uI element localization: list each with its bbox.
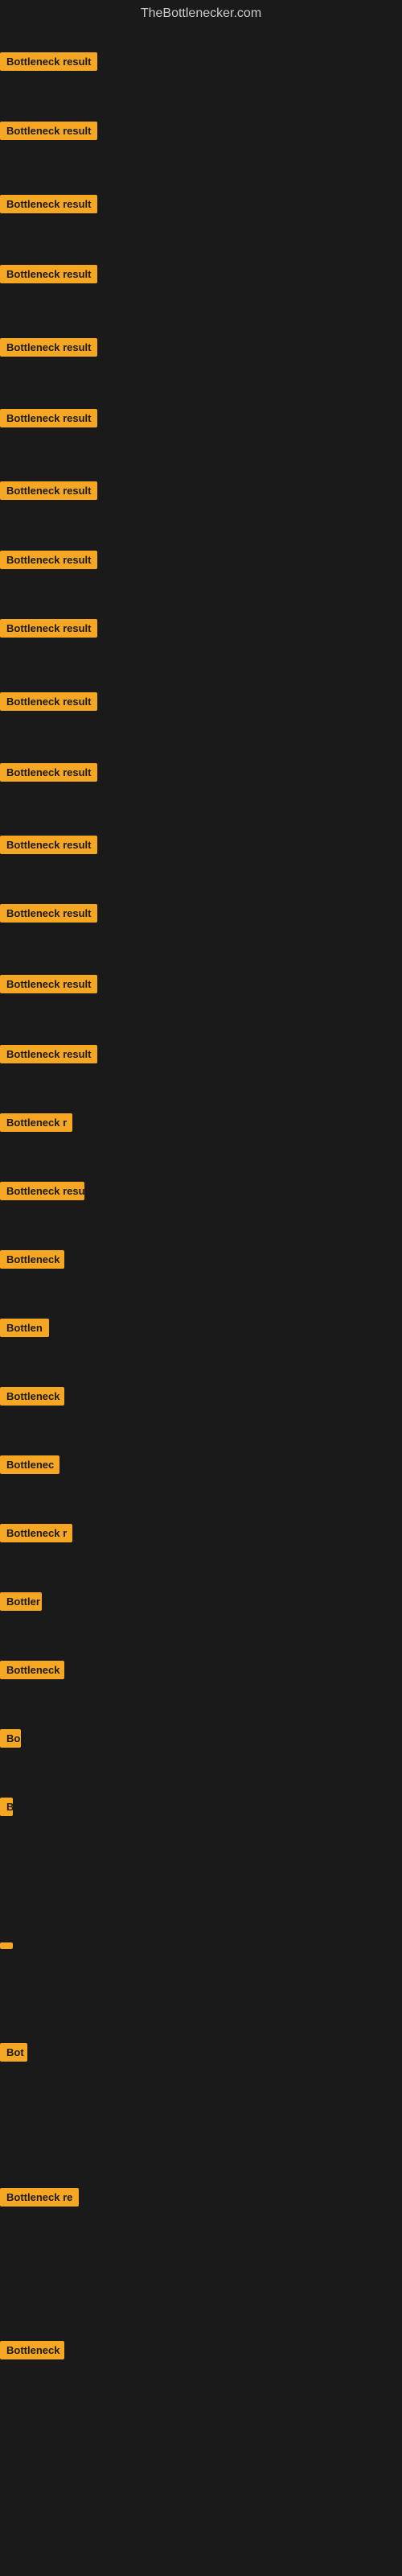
- bottleneck-badge: Bottleneck result: [0, 904, 97, 923]
- list-item[interactable]: [0, 1938, 13, 1953]
- bottleneck-badge: Bottler: [0, 1592, 42, 1611]
- list-item[interactable]: Bottleneck: [0, 1250, 64, 1273]
- bottleneck-badge: Bottleneck resu: [0, 1182, 84, 1200]
- list-item[interactable]: Bottleneck result: [0, 619, 97, 642]
- bottleneck-badge: Bottlenec: [0, 1455, 59, 1474]
- bottleneck-badge: [0, 1942, 13, 1949]
- bottleneck-badge: B: [0, 1798, 13, 1816]
- list-item[interactable]: Bottleneck result: [0, 836, 97, 858]
- list-item[interactable]: Bottleneck: [0, 2341, 64, 2363]
- bottleneck-badge: Bottleneck result: [0, 551, 97, 569]
- bottleneck-badge: Bottleneck r: [0, 1524, 72, 1542]
- list-item[interactable]: Bottleneck result: [0, 481, 97, 504]
- list-item[interactable]: Bottlen: [0, 1319, 49, 1341]
- list-item[interactable]: Bottleneck result: [0, 763, 97, 786]
- bottleneck-badge: Bottleneck result: [0, 836, 97, 854]
- bottleneck-badge: Bottlen: [0, 1319, 49, 1337]
- list-item[interactable]: Bot: [0, 2043, 27, 2066]
- list-item[interactable]: Bottleneck re: [0, 2188, 79, 2211]
- list-item[interactable]: Bottleneck result: [0, 904, 97, 927]
- list-item[interactable]: Bottleneck result: [0, 692, 97, 715]
- list-item[interactable]: Bottleneck result: [0, 975, 97, 997]
- bottleneck-badge: Bottleneck result: [0, 692, 97, 711]
- bottleneck-badge: Bottleneck result: [0, 975, 97, 993]
- bottleneck-badge: Bottleneck result: [0, 619, 97, 638]
- list-item[interactable]: Bottleneck result: [0, 409, 97, 431]
- bottleneck-badge: Bottleneck: [0, 1661, 64, 1679]
- list-item[interactable]: Bottleneck: [0, 1661, 64, 1683]
- list-item[interactable]: B: [0, 1798, 13, 1820]
- bottleneck-badge: Bottleneck result: [0, 1045, 97, 1063]
- site-title: TheBottlenecker.com: [0, 0, 402, 27]
- list-item[interactable]: Bottleneck: [0, 1387, 64, 1410]
- bottleneck-badge: Bottleneck result: [0, 763, 97, 782]
- bottleneck-badge: Bottleneck: [0, 1250, 64, 1269]
- list-item[interactable]: Bottlenec: [0, 1455, 59, 1478]
- list-item[interactable]: Bottleneck r: [0, 1113, 72, 1136]
- bottleneck-badge: Bo: [0, 1729, 21, 1748]
- list-item[interactable]: Bottleneck result: [0, 1045, 97, 1067]
- bottleneck-badge: Bottleneck result: [0, 122, 97, 140]
- list-item[interactable]: Bottler: [0, 1592, 42, 1615]
- bottleneck-badge: Bottleneck: [0, 1387, 64, 1406]
- bottleneck-badge: Bottleneck: [0, 2341, 64, 2359]
- list-item[interactable]: Bottleneck result: [0, 265, 97, 287]
- list-item[interactable]: Bottleneck r: [0, 1524, 72, 1546]
- list-item[interactable]: Bo: [0, 1729, 21, 1752]
- bottleneck-badge: Bottleneck result: [0, 481, 97, 500]
- bottleneck-badge: Bottleneck result: [0, 265, 97, 283]
- list-item[interactable]: Bottleneck resu: [0, 1182, 84, 1204]
- list-item[interactable]: Bottleneck result: [0, 52, 97, 75]
- bottleneck-badge: Bottleneck result: [0, 52, 97, 71]
- bottleneck-badge: Bottleneck re: [0, 2188, 79, 2207]
- bottleneck-badge: Bottleneck result: [0, 409, 97, 427]
- bottleneck-badge: Bottleneck r: [0, 1113, 72, 1132]
- bottleneck-badge: Bottleneck result: [0, 195, 97, 213]
- bottleneck-badge: Bottleneck result: [0, 338, 97, 357]
- list-item[interactable]: Bottleneck result: [0, 551, 97, 573]
- list-item[interactable]: Bottleneck result: [0, 338, 97, 361]
- list-item[interactable]: Bottleneck result: [0, 195, 97, 217]
- bottleneck-badge: Bot: [0, 2043, 27, 2062]
- list-item[interactable]: Bottleneck result: [0, 122, 97, 144]
